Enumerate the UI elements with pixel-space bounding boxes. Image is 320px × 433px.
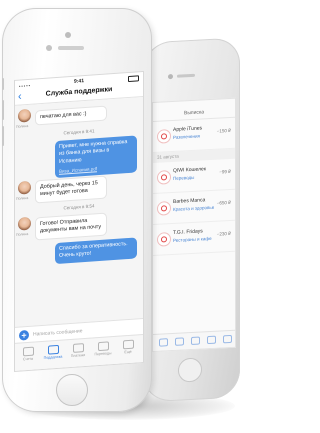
- message-text: печатаю для вас :): [40, 110, 87, 121]
- message-input[interactable]: Написать сообщение: [33, 328, 83, 337]
- volume-up-button: [2, 100, 4, 120]
- tab-label: Поддержка: [43, 354, 63, 360]
- attachment-link[interactable]: Виза_Испания.pdf: [59, 164, 133, 175]
- camera-icon: [168, 73, 173, 80]
- back-phone: Выписка Apple iTunes Развлечения −150 ₽ …: [142, 37, 240, 403]
- avatar: [18, 180, 31, 195]
- back-phone-screen: Выписка Apple iTunes Развлечения −150 ₽ …: [152, 97, 236, 353]
- message-text: Готово! Отправила документы вам на почту: [40, 217, 102, 235]
- tab-icon[interactable]: [159, 338, 168, 347]
- merchant-name: QIWI Кошелек: [173, 166, 206, 174]
- list-item[interactable]: QIWI Кошелек Переводы −99 ₽: [153, 158, 235, 194]
- transaction-amount: −230 ₽: [216, 230, 231, 237]
- merchant-logo-icon: [157, 129, 171, 144]
- mute-switch: [2, 78, 4, 90]
- message-text: Спасибо за оперативность. Очень круто!: [59, 241, 128, 260]
- transaction-amount: −99 ₽: [219, 168, 231, 175]
- tab-accounts[interactable]: Счета: [16, 344, 40, 362]
- merchant-logo-icon: [157, 232, 171, 247]
- tab-icon[interactable]: [207, 335, 216, 345]
- transaction-amount: −650 ₽: [216, 199, 231, 206]
- avatar: [18, 108, 31, 123]
- tab-support[interactable]: Поддержка: [41, 342, 65, 360]
- transfer-icon: [97, 341, 109, 352]
- merchant-name: Barbes Manca: [173, 197, 206, 205]
- phone-screen: ••••• 9:41 ‹ Служба поддержки Полина печ…: [14, 70, 144, 372]
- tab-icon[interactable]: [191, 336, 200, 345]
- merchant-category: Переводы: [173, 174, 195, 181]
- camera-icon: [65, 32, 71, 38]
- back-tab-bar: [153, 329, 235, 351]
- tab-icon[interactable]: [175, 337, 184, 346]
- merchant-name: T.G.I. Fridays: [173, 228, 203, 236]
- merchant-name: Apple iTunes: [173, 125, 202, 133]
- message-text: Привет, мне нужна справка из банка для в…: [59, 139, 128, 165]
- tab-transfers[interactable]: Переводы: [91, 339, 115, 357]
- chat-icon: [47, 344, 59, 355]
- sensor-icon: [46, 45, 52, 51]
- list-item[interactable]: T.G.I. Fridays Рестораны и кафе −230 ₽: [153, 220, 235, 256]
- add-attachment-button[interactable]: +: [19, 329, 29, 341]
- list-item[interactable]: Barbes Manca Красота и здоровье −650 ₽: [153, 189, 235, 225]
- sender-name: Полина: [16, 232, 29, 237]
- merchant-category: Развлечения: [173, 133, 200, 140]
- merchant-logo-icon: [157, 170, 171, 185]
- sender-name: Полина: [16, 196, 29, 201]
- sender-name: Полина: [16, 124, 29, 129]
- accounts-icon: [22, 346, 34, 357]
- message-text: Добрый день, через 15 минут будет готова: [40, 180, 98, 198]
- payments-icon: [72, 343, 84, 353]
- more-icon: [122, 339, 134, 350]
- message-bubble-incoming: Готово! Отправила документы вам на почту: [35, 212, 107, 241]
- speaker-grille: [177, 73, 195, 78]
- merchant-category: Красота и здоровье: [173, 204, 215, 212]
- tab-label: Переводы: [94, 351, 112, 357]
- tab-icon[interactable]: [223, 334, 232, 344]
- tab-label: Ещё: [124, 349, 132, 355]
- message-bubble-outgoing: Привет, мне нужна справка из банка для в…: [55, 135, 137, 179]
- avatar: [18, 216, 31, 231]
- tab-label: Счета: [23, 356, 33, 362]
- tab-payments[interactable]: Платежи: [66, 341, 90, 359]
- front-phone: ••••• 9:41 ‹ Служба поддержки Полина печ…: [2, 8, 152, 412]
- message-bubble-outgoing: Спасибо за оперативность. Очень круто!: [55, 237, 137, 264]
- message-timestamp: Сегодня в 9:54: [63, 203, 95, 211]
- merchant-logo-icon: [157, 201, 171, 216]
- message-bubble-incoming: печатаю для вас :): [35, 105, 107, 126]
- home-button[interactable]: [56, 374, 88, 406]
- message-bubble-incoming: Добрый день, через 15 минут будет готова: [35, 175, 107, 204]
- list-item[interactable]: Apple iTunes Развлечения −150 ₽: [153, 117, 235, 153]
- battery-icon: [128, 75, 139, 83]
- transaction-amount: −150 ₽: [216, 127, 231, 134]
- tab-label: Платежи: [70, 353, 86, 359]
- speaker-grille: [58, 46, 84, 50]
- tab-more[interactable]: Ещё: [116, 337, 140, 355]
- volume-down-button: [2, 126, 4, 146]
- home-button[interactable]: [178, 357, 202, 383]
- chat-thread[interactable]: Полина печатаю для вас :) Сегодня в 9:41…: [15, 96, 143, 328]
- merchant-category: Рестораны и кафе: [173, 235, 212, 243]
